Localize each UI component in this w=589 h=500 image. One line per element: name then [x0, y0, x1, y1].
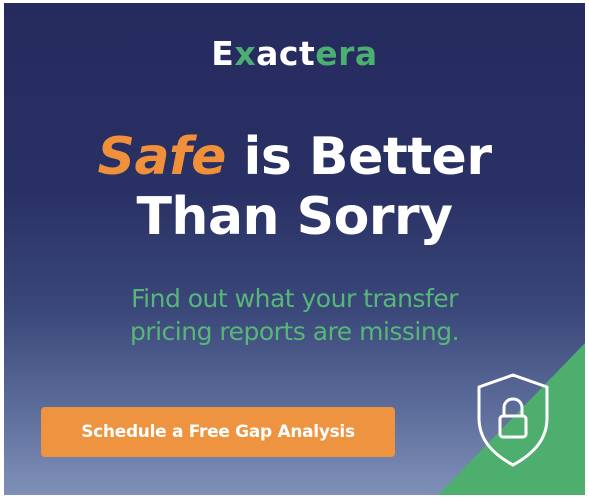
subheadline: Find out what your transfer pricing repo…	[4, 282, 585, 348]
brand-logo: Exactera	[4, 37, 585, 70]
schedule-gap-analysis-button[interactable]: Schedule a Free Gap Analysis	[41, 407, 395, 457]
headline: Safe is Better Than Sorry	[4, 127, 585, 247]
logo-text-act: act	[256, 34, 316, 73]
headline-line-2: Than Sorry	[136, 187, 453, 247]
subheadline-line-1: Find out what your transfer	[131, 284, 458, 313]
shield-lock-icon	[477, 373, 549, 467]
ad-banner[interactable]: Exactera Safe is Better Than Sorry Find …	[4, 3, 585, 495]
logo-letter-x: x	[234, 34, 257, 73]
logo-text-era: era	[315, 34, 378, 73]
headline-line-1-rest: is Better	[225, 127, 492, 187]
headline-accent-word: Safe	[97, 127, 227, 187]
logo-letter-e: E	[211, 34, 235, 73]
headline-line-1: Safe is Better	[4, 127, 585, 187]
subheadline-line-2: pricing reports are missing.	[129, 317, 460, 346]
